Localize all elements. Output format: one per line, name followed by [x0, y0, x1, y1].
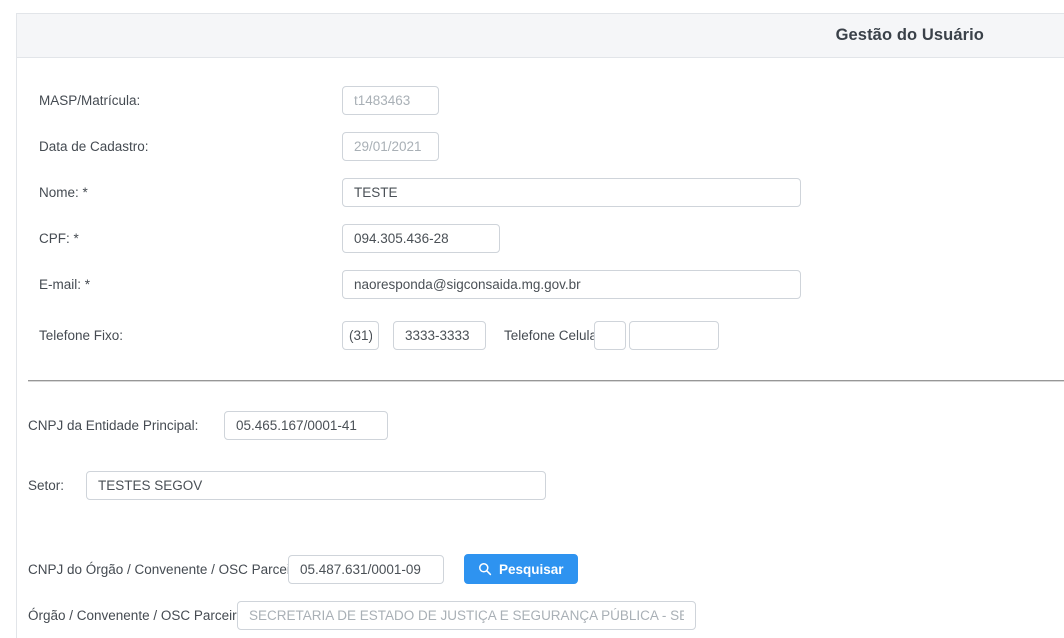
cpf-label: CPF: *: [39, 224, 79, 253]
masp-label: MASP/Matrícula:: [39, 86, 140, 115]
data-cadastro-label: Data de Cadastro:: [39, 132, 149, 161]
telefone-celular-numero-input[interactable]: [629, 321, 719, 350]
email-label: E-mail: *: [39, 270, 90, 299]
masp-input: [342, 86, 439, 115]
telefone-celular-label: Telefone Celular:: [504, 321, 605, 350]
search-icon: [478, 562, 492, 576]
user-management-panel: Gestão do Usuário MASP/Matrícula: Data d…: [16, 13, 1064, 638]
cpf-input[interactable]: [342, 224, 500, 253]
telefone-celular-ddd-input[interactable]: [594, 321, 626, 350]
orgao-label: Órgão / Convenente / OSC Parceira:: [28, 601, 248, 630]
nome-label: Nome: *: [39, 178, 88, 207]
orgao-input: [237, 601, 696, 630]
cnpj-orgao-input[interactable]: [288, 555, 444, 584]
telefone-fixo-ddd-input[interactable]: [342, 321, 379, 350]
email-field[interactable]: [342, 270, 801, 299]
panel-header: Gestão do Usuário: [17, 14, 1064, 58]
cnpj-orgao-label: CNPJ do Órgão / Convenente / OSC Parceir…: [28, 555, 306, 584]
pesquisar-button[interactable]: Pesquisar: [464, 554, 578, 584]
data-cadastro-input: [342, 132, 439, 161]
cnpj-entidade-label: CNPJ da Entidade Principal:: [28, 411, 198, 440]
section-divider: [28, 380, 1064, 382]
nome-input[interactable]: [342, 178, 801, 207]
setor-input[interactable]: [86, 471, 546, 500]
setor-label: Setor:: [28, 471, 64, 500]
telefone-fixo-numero-input[interactable]: [393, 321, 486, 350]
page-title: Gestão do Usuário: [836, 26, 984, 45]
telefone-fixo-label: Telefone Fixo:: [39, 321, 123, 350]
pesquisar-button-label: Pesquisar: [499, 562, 564, 577]
cnpj-entidade-input[interactable]: [224, 411, 388, 440]
